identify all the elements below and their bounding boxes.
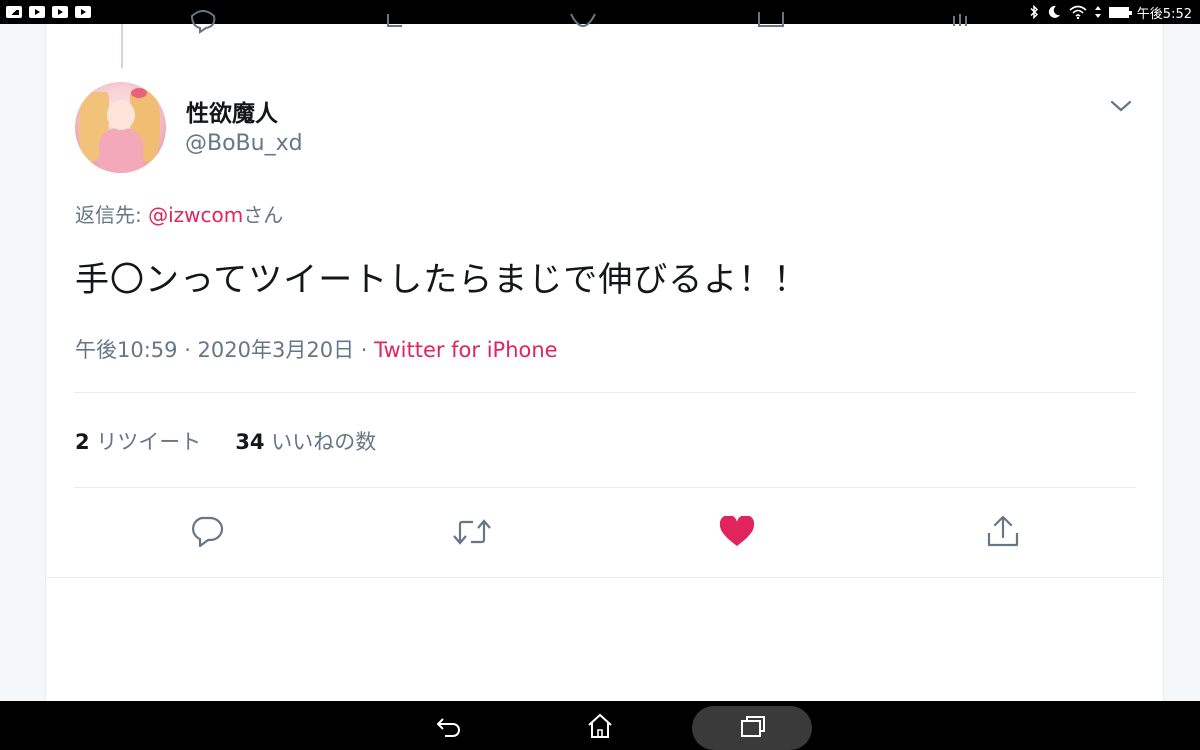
like-count: 34 xyxy=(235,430,265,454)
reply-icon[interactable] xyxy=(188,10,218,44)
retweet-icon[interactable] xyxy=(382,10,412,44)
content-area: 性欲魔人 @BoBu_xd 返信先: @izwcomさん 手〇ンってツイートした… xyxy=(0,10,1200,701)
share-icon xyxy=(985,515,1021,553)
previous-tweet-actions xyxy=(46,10,1163,40)
like-icon[interactable] xyxy=(568,10,598,44)
gallery-icon xyxy=(6,6,22,18)
divider xyxy=(74,392,1136,393)
retweet-stat[interactable]: 2 リツイート xyxy=(75,430,201,454)
reply-button[interactable] xyxy=(186,514,226,554)
analytics-icon[interactable] xyxy=(950,10,970,44)
navigation-bar xyxy=(0,701,1200,750)
like-label: いいねの数 xyxy=(264,430,377,454)
tweet-stats: 2 リツイート 34 いいねの数 xyxy=(75,426,376,456)
like-stat[interactable]: 34 いいねの数 xyxy=(235,430,376,454)
reply-to-mention[interactable]: @izwcom xyxy=(148,203,243,227)
tweet-meta: 午後10:59 · 2020年3月20日 · Twitter for iPhon… xyxy=(75,334,558,364)
author-name[interactable]: 性欲魔人 xyxy=(186,94,278,128)
heart-icon xyxy=(719,514,755,552)
back-icon[interactable] xyxy=(434,713,464,739)
divider xyxy=(74,487,1136,488)
chevron-down-icon[interactable] xyxy=(1109,96,1133,116)
retweet-count: 2 xyxy=(75,430,90,454)
tweet-timestamp[interactable]: 午後10:59 · 2020年3月20日 · xyxy=(75,338,374,362)
author-handle[interactable]: @BoBu_xd xyxy=(185,131,303,156)
retweet-icon xyxy=(451,516,493,552)
reply-to-suffix: さん xyxy=(243,203,284,227)
share-icon[interactable] xyxy=(756,10,786,44)
reply-to: 返信先: @izwcomさん xyxy=(75,199,283,228)
home-icon[interactable] xyxy=(585,713,615,739)
recent-apps-icon[interactable] xyxy=(738,713,768,739)
tweet-source[interactable]: Twitter for iPhone xyxy=(374,338,558,362)
reply-icon xyxy=(188,515,224,553)
tweet-action-bar xyxy=(46,514,1163,554)
retweet-button[interactable] xyxy=(452,514,492,554)
retweet-label: リツイート xyxy=(89,430,202,454)
tweet-text: 手〇ンってツイートしたらまじで伸びるよ！！ xyxy=(75,260,809,300)
reply-to-prefix: 返信先: xyxy=(75,203,149,227)
share-button[interactable] xyxy=(983,514,1023,554)
tweet-card: 性欲魔人 @BoBu_xd 返信先: @izwcomさん 手〇ンってツイートした… xyxy=(45,10,1164,701)
divider xyxy=(46,577,1163,578)
youtube-icon xyxy=(29,6,45,18)
avatar[interactable] xyxy=(75,82,166,173)
screen: 午後5:52 性欲魔人 @BoBu_xd 返信先: @izwcomさん 手〇ンっ… xyxy=(0,0,1200,750)
like-button[interactable] xyxy=(717,514,757,554)
